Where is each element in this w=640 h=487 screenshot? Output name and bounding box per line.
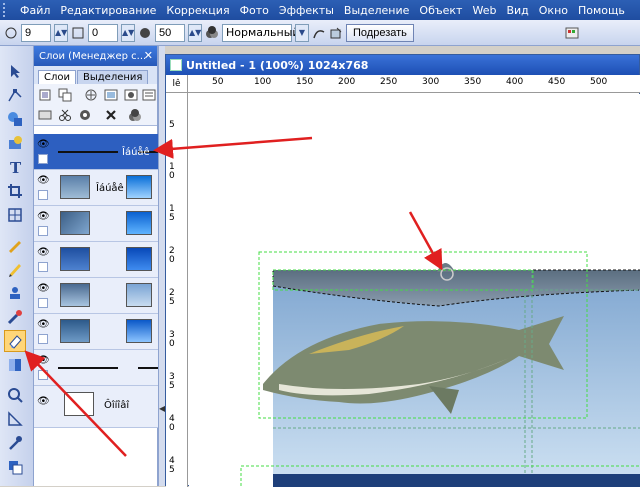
annotation-arrow bbox=[153, 136, 313, 159]
annotation-arrow bbox=[24, 350, 127, 457]
annotation-arrow bbox=[408, 211, 443, 271]
annotation-overlay bbox=[24, 136, 443, 457]
